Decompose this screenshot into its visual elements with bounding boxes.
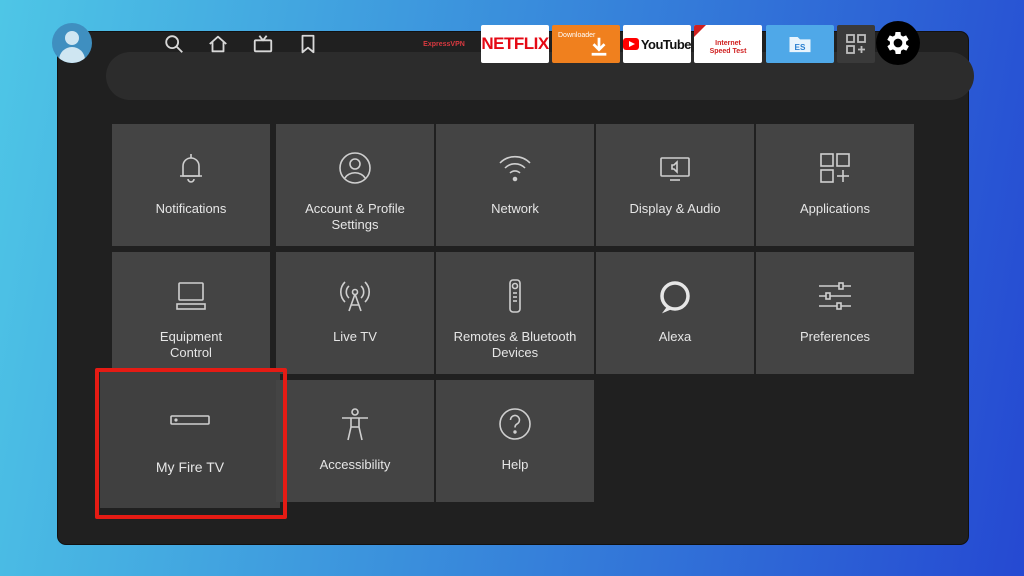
app-internet-speed-test[interactable]: Internet Speed Test	[694, 25, 762, 63]
help-icon	[436, 406, 594, 442]
tile-network[interactable]: Network	[436, 124, 594, 246]
bell-icon	[112, 150, 270, 186]
tile-label: Applications	[799, 201, 871, 216]
tile-applications[interactable]: Applications	[756, 124, 914, 246]
antenna-icon	[276, 278, 434, 314]
tile-label: Live TV	[333, 329, 377, 344]
tile-label: Display & Audio	[629, 201, 721, 216]
grid-apps-icon	[846, 34, 866, 54]
tile-live-tv[interactable]: Live TV	[276, 252, 434, 374]
download-arrow-icon	[591, 37, 607, 56]
all-apps-button[interactable]	[837, 25, 875, 63]
app-youtube-label: YouTube	[640, 36, 691, 52]
profile-avatar[interactable]	[52, 23, 92, 63]
display-icon	[596, 150, 754, 186]
tile-label: Alexa	[658, 329, 692, 344]
gear-icon	[887, 32, 909, 54]
avatar-head	[65, 31, 79, 45]
alexa-icon	[596, 278, 754, 314]
svg-text:ES: ES	[795, 43, 806, 52]
tile-account-profile-settings[interactable]: Account & Profile Settings	[276, 124, 434, 246]
tile-label: Network	[491, 201, 539, 216]
tile-equipment-control[interactable]: Equipment Control	[112, 252, 270, 374]
accessibility-icon	[276, 406, 434, 442]
app-netflix[interactable]: NETFLIX	[481, 25, 549, 63]
tile-label: Remotes & Bluetooth Devices	[453, 329, 577, 360]
app-expressvpn-label: ExpressVPN	[423, 40, 465, 48]
app-netflix-label: NETFLIX	[481, 34, 549, 53]
wifi-corner-icon	[694, 25, 706, 37]
profile-icon	[276, 150, 434, 186]
folder-icon: ES	[789, 37, 811, 53]
apps-icon	[756, 150, 914, 186]
avatar-body	[59, 47, 85, 63]
app-youtube[interactable]: YouTube	[623, 25, 691, 63]
tile-help[interactable]: Help	[436, 380, 594, 502]
wifi-icon	[436, 150, 594, 186]
app-downloader[interactable]: Downloader	[552, 25, 620, 63]
tile-label: Help	[501, 457, 529, 472]
watchlist-bookmark-icon[interactable]	[297, 33, 319, 55]
sliders-icon	[756, 278, 914, 314]
tile-alexa[interactable]: Alexa	[596, 252, 754, 374]
focus-highlight-box	[95, 368, 287, 519]
app-expressvpn[interactable]: ExpressVPN	[410, 25, 478, 63]
tile-label: Account & Profile Settings	[305, 201, 405, 232]
tile-display-audio[interactable]: Display & Audio	[596, 124, 754, 246]
tile-preferences[interactable]: Preferences	[756, 252, 914, 374]
tile-label: Equipment Control	[159, 329, 223, 360]
search-icon[interactable]	[163, 33, 185, 55]
app-es-file-explorer[interactable]: ES	[766, 25, 834, 63]
remote-icon	[436, 278, 594, 314]
tile-label: Accessibility	[319, 457, 391, 472]
tile-accessibility[interactable]: Accessibility	[276, 380, 434, 502]
app-speedtest-label: Internet Speed Test	[709, 40, 747, 55]
live-tv-icon[interactable]	[252, 33, 274, 55]
settings-button[interactable]	[876, 21, 920, 65]
tile-label: Notifications	[155, 201, 227, 216]
tile-label: Preferences	[799, 329, 871, 344]
tile-remotes-bluetooth-devices[interactable]: Remotes & Bluetooth Devices	[436, 252, 594, 374]
home-icon[interactable]	[207, 33, 229, 55]
tile-notifications[interactable]: Notifications	[112, 124, 270, 246]
monitor-icon	[112, 278, 270, 314]
youtube-play-icon	[623, 38, 639, 50]
